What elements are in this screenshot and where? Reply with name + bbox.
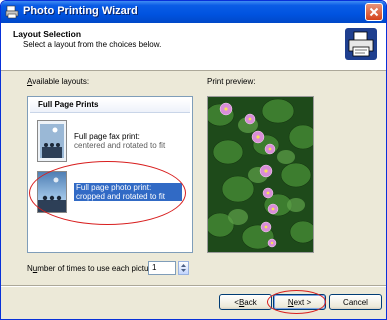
copies-label: Number of times to use each picture:	[27, 264, 158, 273]
layout-group-title: Full Page Prints	[38, 100, 99, 109]
layout-group-header: Full Page Prints	[30, 99, 190, 113]
print-preview-image	[207, 96, 314, 253]
footer-separator	[1, 285, 386, 287]
page-subtitle: Select a layout from the choices below.	[23, 40, 162, 49]
copies-value: 1	[152, 263, 157, 272]
close-button[interactable]	[365, 3, 383, 21]
layouts-list[interactable]: Full Page Prints Full page fax print: ce…	[27, 96, 193, 253]
photo-print-label: Full page photo print: cropped and rotat…	[74, 183, 182, 201]
photo-print-thumbnail	[37, 171, 67, 213]
layout-item-fax[interactable]: Full page fax print: centered and rotate…	[37, 120, 187, 164]
printer-icon	[345, 28, 377, 60]
print-preview-label: Print preview:	[207, 77, 256, 86]
copies-spin-buttons[interactable]	[178, 261, 189, 275]
spin-down-icon	[181, 269, 186, 272]
close-icon	[369, 7, 379, 17]
copies-input[interactable]: 1	[148, 261, 176, 275]
window-title: Photo Printing Wizard	[23, 5, 138, 17]
cancel-button[interactable]: Cancel	[329, 294, 382, 310]
fax-print-label: Full page fax print: centered and rotate…	[74, 132, 166, 150]
page-title: Layout Selection	[13, 29, 82, 39]
back-button[interactable]: < Back	[219, 294, 272, 310]
wizard-window: Photo Printing Wizard Layout Selection S…	[0, 0, 387, 320]
next-button[interactable]: Next >	[273, 294, 326, 310]
title-bar: Photo Printing Wizard	[1, 1, 386, 23]
available-layouts-label: Available layouts:	[27, 77, 90, 86]
fax-print-thumbnail	[37, 120, 67, 162]
wizard-header: Layout Selection Select a layout from th…	[1, 23, 386, 71]
spin-up-icon	[181, 264, 186, 267]
layout-item-photo[interactable]: Full page photo print: cropped and rotat…	[37, 171, 187, 215]
printer-app-icon	[5, 5, 19, 19]
